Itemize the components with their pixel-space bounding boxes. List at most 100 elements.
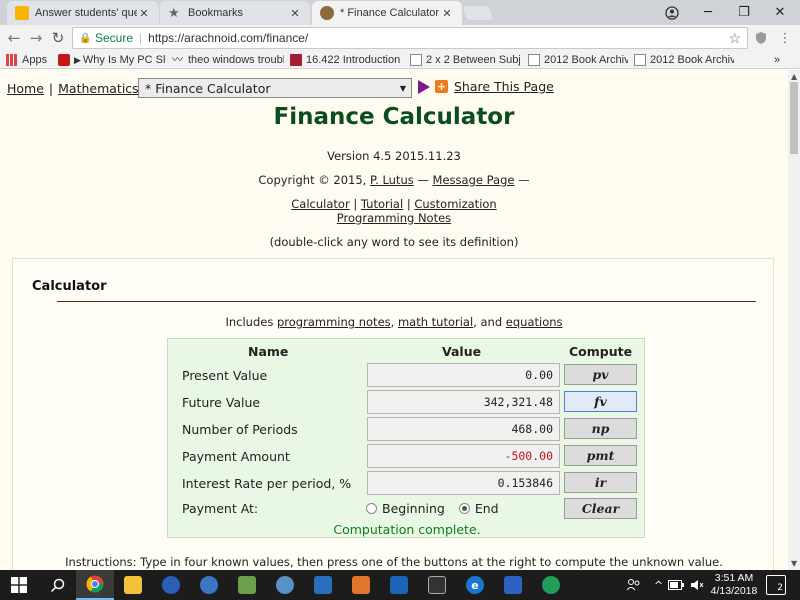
app-globe-icon[interactable] — [152, 570, 190, 600]
search-icon[interactable] — [38, 570, 76, 600]
calendar-icon[interactable] — [494, 570, 532, 600]
compute-pv-button[interactable]: pv — [564, 364, 637, 385]
edge-icon[interactable]: e — [456, 570, 494, 600]
payment-amount-row: Payment Amount -500.00 pmt — [168, 444, 646, 469]
app-document-icon[interactable] — [342, 570, 380, 600]
wave-icon: 〰 — [172, 54, 183, 66]
name-header: Name — [248, 344, 289, 359]
volume-icon[interactable] — [690, 570, 704, 600]
finance-table: Name Value Compute Present Value 0.00 pv… — [167, 338, 645, 538]
clock-time: 3:51 AM — [714, 572, 754, 584]
scroll-up-icon[interactable]: ▲ — [791, 72, 797, 81]
bookmark-16422[interactable]: 16.422 Introduction - — [290, 52, 402, 68]
home-link[interactable]: Home — [7, 81, 44, 96]
compute-np-button[interactable]: np — [564, 418, 637, 439]
mathematics-link[interactable]: Mathematics — [58, 81, 139, 96]
compute-pmt-button[interactable]: pmt — [564, 445, 637, 466]
app-sync-icon[interactable] — [532, 570, 570, 600]
compute-ir-button[interactable]: ir — [564, 472, 637, 493]
app-bird-icon[interactable] — [190, 570, 228, 600]
end-radio[interactable] — [458, 503, 470, 514]
clear-button[interactable]: Clear — [564, 498, 637, 519]
play-arrow-icon — [418, 79, 430, 94]
page-scrollbar[interactable]: ▲ ▼ — [788, 70, 800, 570]
power-icon — [58, 54, 70, 66]
close-window-icon[interactable]: ✕ — [762, 0, 798, 25]
bookmark-theo-windows[interactable]: 〰 theo windows trouble — [172, 52, 284, 68]
taskbar-clock[interactable]: 3:51 AM 4/13/2018 — [708, 572, 760, 598]
payment-amount-input[interactable]: -500.00 — [367, 444, 560, 468]
copyright-line: Copyright © 2015, P. Lutus — Message Pag… — [258, 173, 530, 187]
back-arrow-icon[interactable]: ← — [4, 28, 24, 48]
bookmark-2x2-between[interactable]: 2 x 2 Between Subjec — [410, 52, 520, 68]
file-explorer-icon[interactable] — [114, 570, 152, 600]
page-icon — [528, 54, 540, 66]
interest-rate-input[interactable]: 0.153846 — [367, 471, 560, 495]
terminal-icon[interactable] — [418, 570, 456, 600]
row-label: Payment Amount — [182, 449, 290, 464]
number-of-periods-row: Number of Periods 468.00 np — [168, 417, 646, 442]
programming-notes-link[interactable]: Programming Notes — [337, 211, 451, 225]
chrome-taskbar-icon[interactable] — [76, 570, 114, 600]
future-value-row: Future Value 342,321.48 fv — [168, 390, 646, 415]
bookmarks-overflow-icon[interactable]: » — [774, 52, 788, 68]
arachnoid-icon — [320, 6, 334, 20]
chevron-up-icon[interactable]: ^ — [654, 570, 663, 600]
section-links: Calculator | Tutorial | Customization — [291, 197, 497, 211]
close-tab-icon[interactable]: ✕ — [288, 7, 302, 20]
compute-fv-button[interactable]: fv — [564, 391, 637, 412]
tab-answer-students[interactable]: Answer students' questio ✕ — [7, 1, 159, 25]
close-tab-icon[interactable]: ✕ — [137, 7, 151, 20]
scroll-down-icon[interactable]: ▼ — [791, 559, 797, 568]
bookmark-star-icon[interactable]: ☆ — [728, 30, 741, 47]
tab-bookmarks[interactable]: ★ Bookmarks ✕ — [160, 1, 310, 25]
close-tab-icon[interactable]: ✕ — [440, 7, 454, 20]
future-value-input[interactable]: 342,321.48 — [367, 390, 560, 414]
bookmark-why-is-my-pc[interactable]: ▶ Why Is My PC Slov — [58, 52, 166, 68]
forward-arrow-icon[interactable]: → — [26, 28, 46, 48]
calculator-link[interactable]: Calculator — [291, 197, 349, 211]
action-center-icon[interactable]: 2 — [766, 575, 786, 595]
tutorial-link[interactable]: Tutorial — [361, 197, 403, 211]
customization-link[interactable]: Customization — [414, 197, 496, 211]
includes-line: Includes programming notes, math tutoria… — [225, 315, 563, 329]
tab-finance-calculator[interactable]: * Finance Calculator ✕ — [312, 1, 462, 25]
author-link[interactable]: P. Lutus — [370, 173, 414, 187]
menu-dots-icon[interactable]: ⋮ — [776, 29, 794, 47]
address-bar[interactable]: 🔒 Secure | https://arachnoid.com/finance… — [72, 27, 748, 49]
bookmark-2012-book-archive-2[interactable]: 2012 Book Archive — [634, 52, 734, 68]
app-shield-icon[interactable] — [228, 570, 266, 600]
equations-link[interactable]: equations — [506, 315, 563, 329]
restore-icon[interactable]: ❐ — [726, 0, 762, 25]
scrollbar-thumb[interactable] — [790, 82, 798, 154]
app-gear-icon[interactable] — [266, 570, 304, 600]
bookmark-apps[interactable]: Apps — [6, 52, 52, 68]
addthis-plus-icon: + — [435, 80, 448, 93]
battery-icon[interactable] — [668, 570, 684, 600]
share-page-link[interactable]: + Share This Page — [418, 79, 554, 94]
page-select-dropdown[interactable]: * Finance Calculator ▼ — [138, 78, 412, 98]
message-page-link[interactable]: Message Page — [433, 173, 515, 187]
present-value-row: Present Value 0.00 pv — [168, 363, 646, 388]
magnifier-icon[interactable] — [304, 570, 342, 600]
end-label: End — [474, 501, 499, 516]
number-of-periods-input[interactable]: 468.00 — [367, 417, 560, 441]
top-nav: Home | Mathematics | — [7, 81, 148, 96]
present-value-input[interactable]: 0.00 — [367, 363, 560, 387]
yahoo-answers-icon — [15, 6, 29, 20]
version-text: Version 4.5 2015.11.23 — [327, 149, 461, 163]
people-icon[interactable] — [626, 570, 642, 600]
reload-icon[interactable]: ↻ — [48, 28, 68, 48]
calculator-section: Calculator Includes programming notes, m… — [12, 258, 774, 570]
programming-notes-link[interactable]: programming notes — [277, 315, 391, 329]
math-tutorial-link[interactable]: math tutorial — [398, 315, 473, 329]
start-button[interactable] — [0, 570, 38, 600]
profile-icon[interactable] — [654, 0, 690, 25]
new-tab-button[interactable] — [462, 6, 494, 20]
beginning-radio[interactable] — [366, 503, 377, 514]
app-usb-icon[interactable] — [380, 570, 418, 600]
shield-extension-icon[interactable] — [752, 29, 770, 47]
minimize-icon[interactable]: ─ — [690, 0, 726, 25]
bookmark-2012-book-archive[interactable]: 2012 Book Archive — [528, 52, 628, 68]
payment-at-radio-group: Beginning End — [366, 501, 499, 516]
